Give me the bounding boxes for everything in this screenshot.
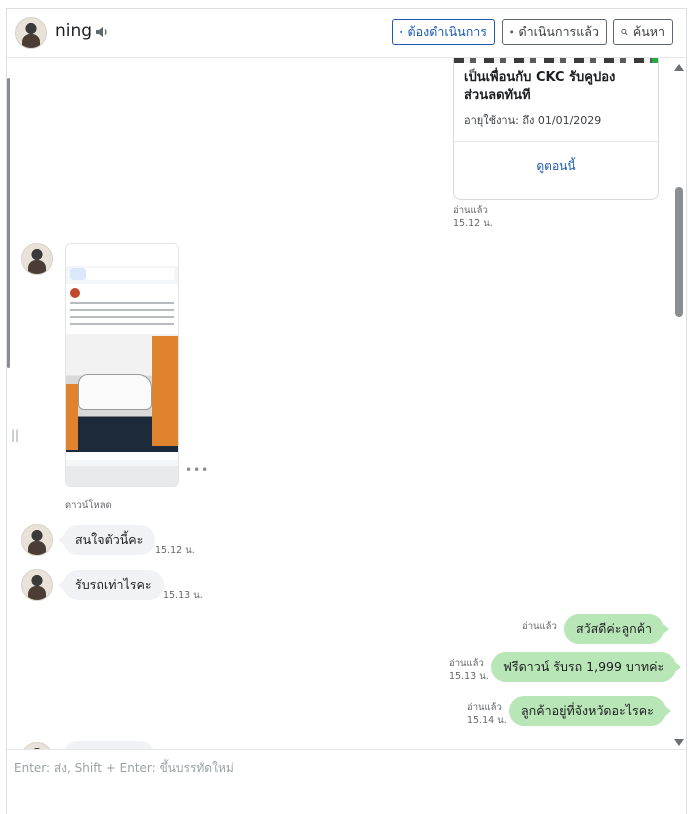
scrollbar-thumb[interactable] [675, 187, 683, 317]
coupon-card-divider [454, 141, 658, 142]
read-status: อ่านแล้ว [453, 205, 488, 216]
attachment-page-logo [70, 288, 80, 298]
coupon-card-image [454, 58, 658, 63]
message-input[interactable] [7, 750, 686, 786]
done-button[interactable]: ดำเนินการแล้ว [502, 19, 607, 45]
outgoing-message: ลูกค้าอยู่ที่จังหวัดอะไรคะ [509, 696, 671, 726]
scroll-up-arrow[interactable] [674, 64, 684, 71]
coupon-card: เป็นเพื่อนกับ CKC รับคูปองส่วนลดทันที อา… [453, 58, 659, 200]
scroll-down-arrow[interactable] [674, 739, 684, 746]
coupon-card-accent [652, 58, 658, 63]
speaker-icon[interactable] [95, 25, 109, 39]
image-attachment[interactable] [65, 243, 179, 487]
panel-resize-track[interactable] [7, 78, 10, 368]
chat-header: ning ต้องดำเนินการ ดำเนินการแล้ว ค้นหา [7, 9, 686, 58]
search-button-label: ค้นหา [632, 24, 665, 39]
search-icon [621, 28, 628, 36]
incoming-message: สนใจตัวนี้คะ [57, 525, 156, 555]
incoming-message: หนองคายคะ [63, 741, 156, 749]
attachment-post-text [70, 302, 174, 328]
read-meta: อ่านแล้ว 15.13 น. [449, 657, 489, 683]
chat-window: ning ต้องดำเนินการ ดำเนินการแล้ว ค้นหา |… [6, 8, 687, 814]
attachment-nav-bar [66, 466, 178, 486]
attachment-tab-active [70, 268, 86, 280]
read-status: อ่านแล้ว [467, 702, 502, 713]
message-time: 15.12 น. [453, 218, 493, 229]
panel-resize-handle[interactable]: || [11, 428, 19, 442]
read-meta: อ่านแล้ว [522, 620, 557, 633]
incoming-message: รับรถเท่าไรคะ [58, 570, 164, 600]
read-status: อ่านแล้ว [522, 621, 557, 632]
attachment-car-shape [78, 374, 152, 410]
more-options-icon[interactable]: ••• [185, 463, 209, 477]
search-button[interactable]: ค้นหา [613, 19, 673, 45]
read-meta: อ่านแล้ว 15.14 น. [467, 701, 507, 727]
todo-button-label: ต้องดำเนินการ [407, 24, 487, 39]
sender-avatar[interactable] [21, 524, 53, 556]
chat-dots-icon [510, 30, 514, 34]
contact-avatar[interactable] [15, 17, 47, 49]
message-list[interactable]: || เป็นเพื่อนกับ CKC รับคูปองส่วนลดทันที… [7, 58, 686, 749]
sender-avatar[interactable] [21, 569, 53, 601]
attachment-promo-band-left [66, 384, 78, 450]
chat-bubble-icon [400, 30, 403, 34]
coupon-card-title: เป็นเพื่อนกับ CKC รับคูปองส่วนลดทันที [464, 70, 616, 103]
coupon-card-expiry: อายุใช้งาน: ถึง 01/01/2029 [464, 114, 602, 127]
outgoing-message: ฟรีดาวน์ รับรถ 1,999 บาทค่ะ [491, 652, 682, 682]
coupon-view-link[interactable]: ดูตอนนี้ [454, 157, 658, 176]
attachment-promo-band [152, 336, 178, 446]
read-status: อ่านแล้ว [449, 658, 484, 669]
sender-avatar[interactable] [21, 742, 53, 749]
message-composer [7, 749, 686, 814]
message-time: 15.13 น. [449, 671, 489, 682]
message-time: 15.12 น. [155, 545, 195, 556]
message-time: 15.14 น. [467, 715, 507, 726]
sender-avatar[interactable] [21, 243, 53, 275]
contact-name: ning [55, 21, 93, 41]
outgoing-message: สวัสดีค่ะลูกค้า [564, 614, 670, 644]
message-time: 15.13 น. [163, 590, 203, 601]
done-button-label: ดำเนินการแล้ว [518, 24, 599, 39]
download-link[interactable]: ดาวน์โหลด [65, 498, 112, 513]
todo-button[interactable]: ต้องดำเนินการ [392, 19, 495, 45]
attachment-status-bar [66, 244, 178, 266]
coupon-read-meta: อ่านแล้ว 15.12 น. [453, 204, 493, 230]
